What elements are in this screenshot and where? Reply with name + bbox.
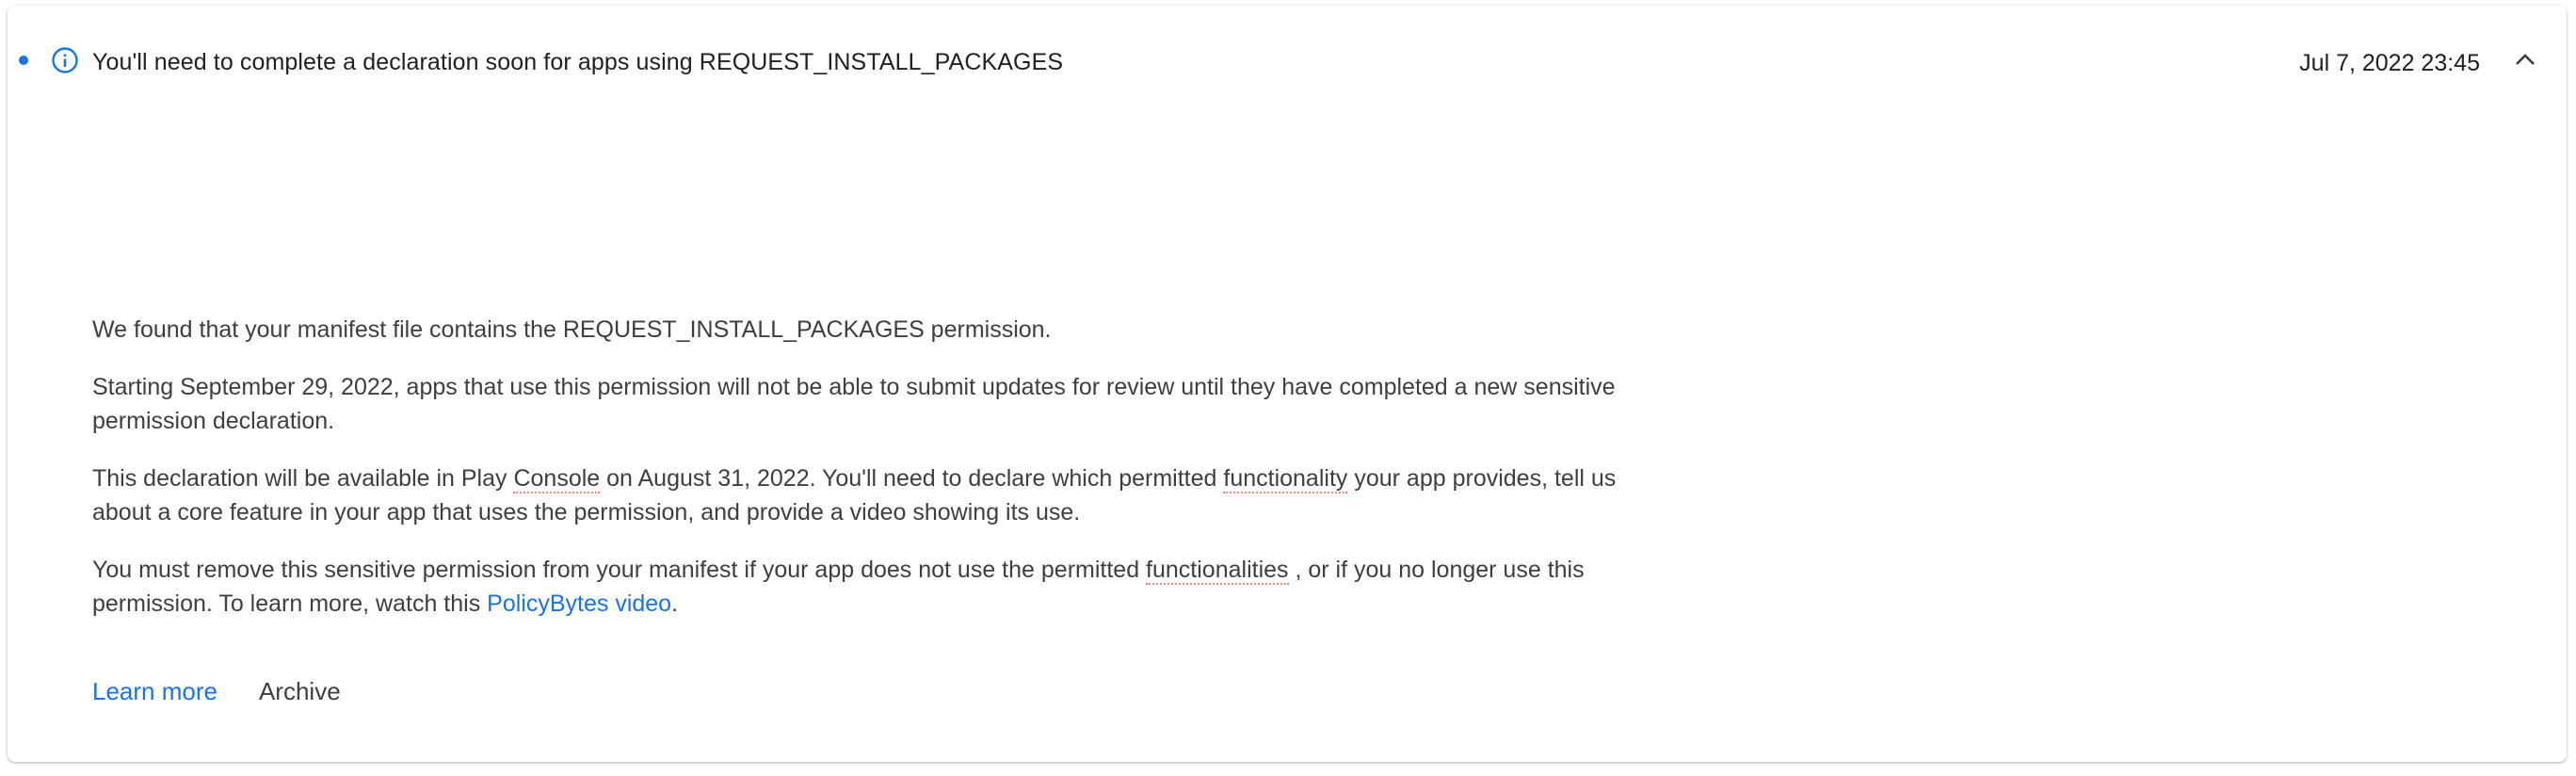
notification-timestamp: Jul 7, 2022 23:45 — [2299, 50, 2480, 76]
body-paragraph-3: This declaration will be available in Pl… — [92, 461, 1636, 529]
collapse-button[interactable] — [2504, 41, 2546, 83]
p3-word-functionality: functionality — [1223, 465, 1348, 493]
notification-title: You'll need to complete a declaration so… — [92, 49, 1064, 75]
body-paragraph-1: We found that your manifest file contain… — [92, 316, 1052, 343]
chevron-up-icon — [2512, 47, 2538, 78]
notification-actions: Learn more Archive — [92, 676, 341, 706]
p3-text-a: This declaration will be available in Pl… — [92, 465, 514, 492]
body-paragraph-2: Starting September 29, 2022, apps that u… — [92, 374, 1616, 434]
policybytes-video-link[interactable]: PolicyBytes video — [487, 590, 671, 617]
unread-indicator — [19, 56, 28, 65]
p3-text-b: on August 31, 2022. You'll need to decla… — [600, 465, 1224, 492]
p4-text-a: You must remove this sensitive permissio… — [92, 557, 1147, 583]
body-paragraph-4: You must remove this sensitive permissio… — [92, 553, 1636, 621]
archive-button[interactable]: Archive — [259, 677, 341, 705]
p3-word-console: Console — [513, 465, 601, 493]
notification-header[interactable]: You'll need to complete a declaration so… — [8, 6, 2567, 117]
p4-text-c: . — [671, 590, 679, 617]
learn-more-button[interactable]: Learn more — [92, 677, 217, 705]
info-icon — [50, 45, 80, 75]
notification-body: We found that your manifest file contain… — [92, 313, 1636, 644]
notification-card: You'll need to complete a declaration so… — [8, 6, 2567, 762]
p4-word-functionalities: functionalities — [1146, 557, 1289, 585]
